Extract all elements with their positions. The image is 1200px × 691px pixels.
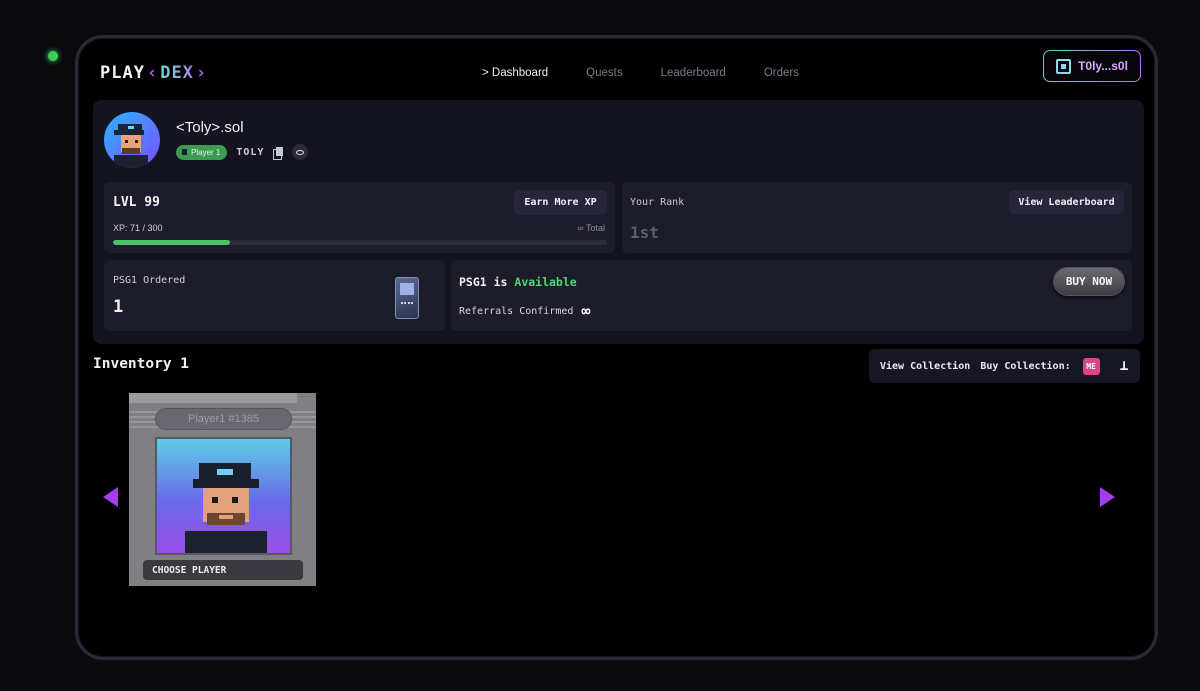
cartridge-art <box>155 437 292 555</box>
availability-title-prefix: PSG1 is <box>459 275 515 289</box>
main-nav: > Dashboard Quests Leaderboard Orders <box>482 48 799 98</box>
pixel-avatar-icon <box>114 124 148 168</box>
level-label: LVL 99 <box>113 195 160 210</box>
inventory-title: Inventory 1 <box>93 356 190 372</box>
logo-bracket-right: › <box>195 63 208 83</box>
magic-eden-icon[interactable]: ME <box>1082 357 1100 375</box>
referrals-label: Referrals Confirmed <box>459 305 574 317</box>
xp-progress-bar <box>113 240 607 245</box>
collection-bar: View Collection Buy Collection: ME ⊥ <box>869 349 1140 383</box>
view-collection-button[interactable]: View Collection <box>880 361 970 372</box>
wallet-icon <box>1056 58 1072 74</box>
eye-icon <box>296 149 305 155</box>
buy-collection-label: Buy Collection: <box>980 360 1071 372</box>
nav-dashboard[interactable]: > Dashboard <box>482 67 548 79</box>
rank-card: Your Rank 1st View Leaderboard <box>622 182 1132 253</box>
pixel-player-icon <box>185 463 267 553</box>
psg-ordered-value: 1 <box>113 297 124 317</box>
carousel-prev-arrow-icon[interactable] <box>103 487 118 507</box>
nav-orders[interactable]: Orders <box>764 67 799 79</box>
xp-progress-text: XP: 71 / 300 <box>113 223 163 233</box>
wallet-button-inner: T0ly...s0l <box>1044 51 1140 81</box>
buy-now-button[interactable]: BUY NOW <box>1054 268 1124 295</box>
logo-text-play: PLAY <box>100 63 145 83</box>
visibility-button[interactable] <box>292 144 309 160</box>
availability-status: Available <box>514 275 577 289</box>
rank-label: Your Rank <box>630 197 685 208</box>
player-badge-icon <box>182 149 187 155</box>
wallet-address: T0ly...s0l <box>1078 59 1128 73</box>
xp-total-text: ∞ Total <box>577 223 605 233</box>
profile-handle: TOLY <box>236 146 265 158</box>
player-badge-label: Player 1 <box>191 147 221 157</box>
nav-leaderboard[interactable]: Leaderboard <box>661 67 726 79</box>
player-cartridge-card[interactable]: Player1 #1385 CHOOSE PLAYER <box>129 393 316 586</box>
psg-ordered-card: PSG1 Ordered 1 <box>104 260 445 331</box>
handheld-screen <box>400 283 414 295</box>
cartridge-name-label: Player1 #1385 <box>155 408 292 430</box>
referrals-value: ∞ <box>581 302 591 320</box>
level-card: LVL 99 Earn More XP XP: 71 / 300 ∞ Total <box>104 182 615 253</box>
view-leaderboard-button[interactable]: View Leaderboard <box>1009 190 1124 214</box>
xp-progress-fill <box>113 240 231 245</box>
logo-bracket-left: ‹ <box>146 63 159 83</box>
referrals-row: Referrals Confirmed ∞ <box>459 302 590 320</box>
avatar <box>104 112 160 168</box>
top-bar: PLAY ‹ DEX › > Dashboard Quests Leaderbo… <box>100 48 1141 98</box>
player-badge: Player 1 <box>176 144 228 160</box>
nav-quests[interactable]: Quests <box>586 67 622 79</box>
status-indicator-dot <box>48 51 58 61</box>
profile-panel: <Toly>.sol Player 1 TOLY LVL 99 Earn Mor… <box>93 100 1144 344</box>
logo-text-dex: DEX <box>160 63 194 83</box>
rank-value: 1st <box>630 223 659 242</box>
profile-badges: Player 1 TOLY <box>176 144 309 160</box>
app-window: PLAY ‹ DEX › > Dashboard Quests Leaderbo… <box>75 35 1158 660</box>
handheld-device-icon <box>395 277 419 319</box>
psg-availability-card: PSG1 is Available Referrals Confirmed ∞ … <box>451 260 1132 331</box>
username: <Toly>.sol <box>176 119 244 136</box>
tensor-icon[interactable]: ⊥ <box>1116 358 1133 375</box>
handheld-buttons <box>401 302 413 310</box>
psg-ordered-label: PSG1 Ordered <box>113 275 186 286</box>
availability-title: PSG1 is Available <box>459 275 577 289</box>
carousel-next-arrow-icon[interactable] <box>1100 487 1115 507</box>
earn-more-xp-button[interactable]: Earn More XP <box>514 190 607 215</box>
wallet-button[interactable]: T0ly...s0l <box>1043 50 1141 82</box>
playdex-logo[interactable]: PLAY ‹ DEX › <box>100 63 207 83</box>
cartridge-top-edge <box>129 393 297 403</box>
choose-player-button[interactable]: CHOOSE PLAYER <box>143 560 303 580</box>
copy-icon[interactable] <box>273 146 284 160</box>
